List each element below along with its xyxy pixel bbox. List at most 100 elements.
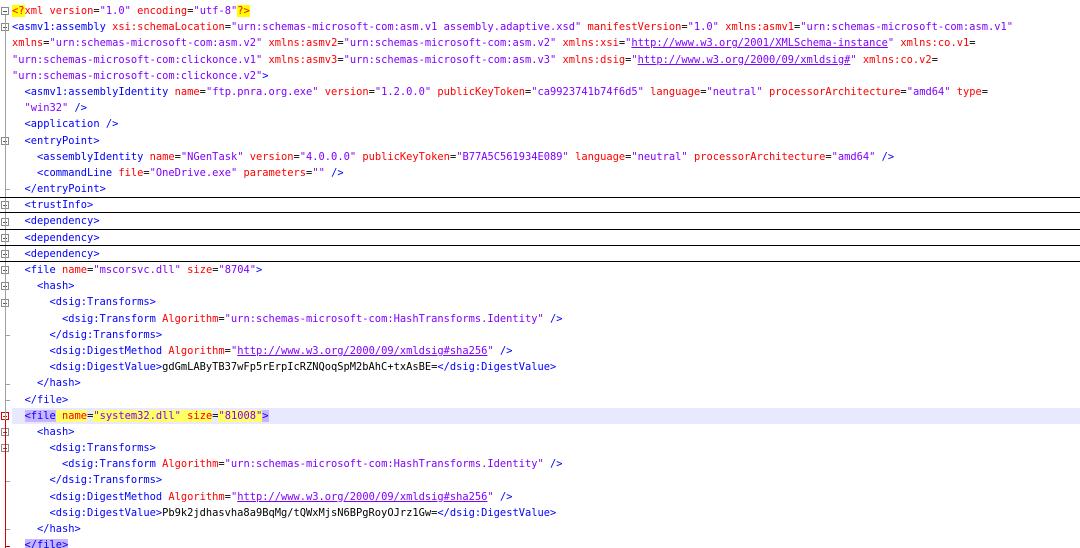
xml-attribute-value: "1.2.0.0" [374, 85, 432, 98]
xml-attribute-name: publicKeyToken [431, 85, 526, 98]
xml-attribute-value: "amd64" [831, 150, 876, 163]
code-line[interactable]: <dsig:DigestMethod Algorithm="http://www… [12, 343, 1080, 359]
xml-attribute-value: "urn:schemas-microsoft-com:asm.v2" [343, 37, 557, 50]
xml-tag: </entryPoint> [24, 183, 106, 196]
code-line[interactable]: </dsig:Transforms> [12, 327, 1080, 343]
xml-attribute-value: "urn:schemas-microsoft-com:asm.v2" [49, 37, 263, 50]
text-content: Pb9k2jdhasvha8a9BqMg/tQWxMjsN6BPgRoyOJrz… [162, 506, 438, 519]
xml-attribute-name: language [568, 150, 626, 163]
url-link[interactable]: http://www.w3.org/2001/XMLSchema-instanc… [631, 37, 887, 49]
code-line[interactable]: </file> [12, 392, 1080, 408]
code-line[interactable]: <dsig:Transforms> [12, 440, 1080, 456]
xml-tag: /> [543, 312, 563, 325]
code-line[interactable]: <dsig:DigestValue>gdGmLAByTB37wFp5rErpIc… [12, 359, 1080, 375]
url-link[interactable]: http://www.w3.org/2000/09/xmldsig#sha256 [237, 491, 487, 503]
xml-tag: </dsig:DigestValue> [437, 506, 557, 519]
xml-attribute-value: "NGenTask" [180, 150, 244, 163]
code-line[interactable]: <file name="mscorsvc.dll" size="8704"> [12, 262, 1080, 278]
xml-attribute-value: "ca9923741b74f6d5" [531, 85, 644, 98]
code-line-wrapped[interactable]: "urn:schemas-microsoft-com:clickonce.v2"… [12, 68, 1080, 84]
code-line[interactable]: </entryPoint> [12, 181, 1080, 197]
xml-tag: <entryPoint> [24, 134, 100, 147]
matched-tag: </file> [24, 539, 69, 548]
code-line[interactable]: <hash> [12, 424, 1080, 440]
code-line[interactable]: </dsig:Transforms> [12, 472, 1080, 488]
code-line[interactable]: <commandLine file="OneDrive.exe" paramet… [12, 165, 1080, 181]
xml-attribute-name: name [143, 150, 175, 163]
code-line[interactable]: <dsig:Transform Algorithm="urn:schemas-m… [12, 311, 1080, 327]
code-line[interactable]: <trustInfo> [0, 197, 1080, 214]
xml-attribute-value: "" [312, 166, 325, 179]
xml-attribute-name: Algorithm [155, 312, 219, 325]
xml-attribute-name: xmlns:co.v2 [856, 53, 932, 66]
xml-attribute-name: processorArchitecture [687, 150, 826, 163]
code-line-wrapped[interactable]: "urn:schemas-microsoft-com:clickonce.v1"… [12, 52, 1080, 68]
xml-tag: > [256, 264, 263, 276]
code-line[interactable]: <asmv1:assembly xsi:schemaLocation="urn:… [12, 19, 1080, 35]
xml-attribute-name: publicKeyToken [356, 150, 450, 163]
xml-attribute-name: xmlns:asmv3 [262, 53, 338, 66]
xml-editor[interactable]: <?xml version="1.0" encoding="utf-8"?> <a… [0, 0, 1080, 548]
fold-guide-line [5, 15, 6, 420]
xml-attribute-name: language [643, 85, 701, 98]
xml-tag: <dsig:DigestMethod [49, 490, 163, 503]
xml-attribute-value: "utf-8" [193, 5, 238, 17]
xml-tag: <asmv1:assembly [12, 21, 106, 34]
url-link[interactable]: http://www.w3.org/2000/09/xmldsig# [638, 54, 851, 66]
xml-tag: <dependency> [24, 215, 100, 228]
code-line[interactable]: <application /> [12, 116, 1080, 132]
code-line[interactable]: <file name="system32.dll" size="81008"> [12, 407, 1080, 424]
code-line[interactable]: </file> [12, 537, 1080, 548]
code-line[interactable]: <?xml version="1.0" encoding="utf-8"?> [12, 3, 1080, 19]
equals-sign: = [931, 53, 938, 66]
xml-attribute-value: "neutral" [706, 85, 763, 98]
code-line[interactable]: <dsig:DigestMethod Algorithm="http://www… [12, 489, 1080, 505]
matched-attribute-name: name [55, 409, 88, 422]
code-line[interactable]: <dependency> [0, 213, 1080, 230]
xml-attribute-name: type [950, 85, 982, 98]
code-line-wrapped[interactable]: "win32" /> [12, 100, 1080, 116]
xml-tag: /> [875, 150, 895, 163]
xml-attribute-value: "win32" [24, 102, 69, 115]
code-line[interactable]: <dsig:Transform Algorithm="urn:schemas-m… [12, 456, 1080, 472]
code-area[interactable]: <?xml version="1.0" encoding="utf-8"?> <a… [0, 3, 1080, 548]
xml-tag: <dsig:Transforms> [49, 296, 156, 309]
matched-attribute-name: size [180, 409, 213, 422]
xml-attribute-value: "B77A5C561934E089" [456, 150, 569, 163]
code-line[interactable]: </hash> [12, 375, 1080, 391]
code-line[interactable]: <dsig:Transforms> [12, 294, 1080, 310]
xml-tag: <file [24, 264, 56, 276]
xml-tag: > [262, 69, 269, 82]
xml-attribute-value: "urn:schemas-microsoft-com:clickonce.v2" [12, 69, 263, 82]
xml-tag: <hash> [37, 425, 75, 438]
code-line[interactable]: <asmv1:assemblyIdentity name = "ftp.pnra.o… [12, 84, 1080, 100]
xml-tag: /> [543, 458, 563, 471]
code-line[interactable]: <dependency> [0, 246, 1080, 263]
xml-tag: <trustInfo> [24, 199, 94, 212]
xml-attribute-value: "urn:schemas-microsoft-com:HashTransform… [224, 312, 544, 325]
code-line[interactable]: <hash> [12, 278, 1080, 294]
url-link[interactable]: http://www.w3.org/2000/09/xmldsig#sha256 [237, 345, 487, 357]
xml-attribute-name: xmlns:asmv1 [718, 21, 795, 34]
xml-attribute-name: xmlns [12, 37, 44, 50]
code-line[interactable]: </hash> [12, 521, 1080, 537]
fold-collapse-icon[interactable] [1, 7, 9, 15]
code-line[interactable]: <dependency> [0, 230, 1080, 247]
code-line-wrapped[interactable]: xmlns = "urn:schemas-microsoft-com:asm.v2"… [12, 35, 1080, 51]
matched-attribute-value: "system32.dll" [93, 409, 181, 422]
xml-attribute-name: file [112, 166, 144, 179]
matched-tag: > [262, 409, 269, 422]
fold-gutter[interactable] [0, 0, 12, 548]
xml-declaration-token: ?> [237, 5, 250, 17]
xml-attribute-name: version [243, 150, 294, 163]
xml-tag: <dsig:Transform [62, 458, 156, 471]
code-line[interactable]: <dsig:DigestValue>Pb9k2jdhasvha8a9BqMg/t… [12, 505, 1080, 521]
xml-tag: </dsig:Transforms> [49, 328, 163, 341]
code-line[interactable]: <entryPoint> [12, 133, 1080, 149]
code-line[interactable]: <assemblyIdentity name="NGenTask" versio… [12, 149, 1080, 165]
xml-attribute-name: xmlns:co.v1 [894, 37, 970, 50]
xml-attribute-name: Algorithm [162, 344, 225, 357]
xml-tag: </file> [24, 393, 69, 406]
xml-attribute-value: "urn:schemas-microsoft-com:asm.v1 assemb… [230, 21, 582, 34]
xml-tag: <dsig:Transforms> [49, 442, 156, 455]
